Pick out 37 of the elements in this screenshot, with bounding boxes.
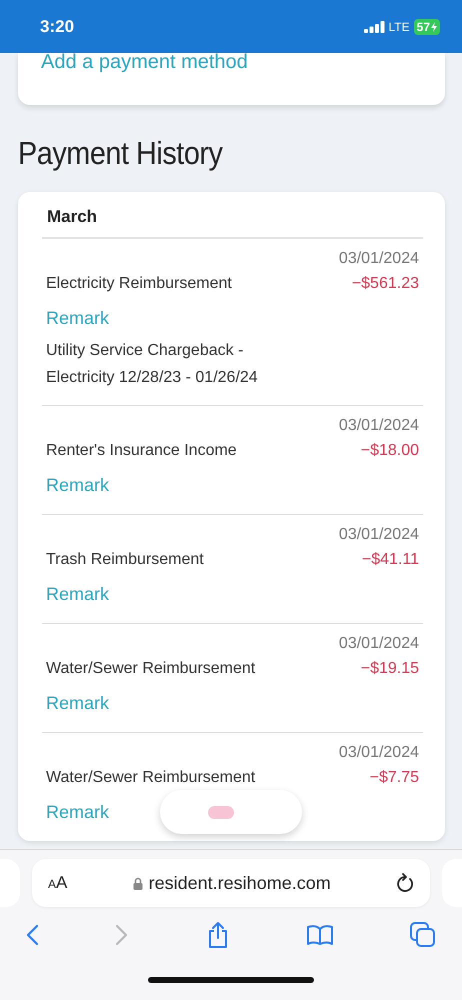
remark-link[interactable]: Remark	[46, 693, 110, 713]
text-size-button[interactable]: AA	[48, 873, 68, 893]
transaction-date: 03/01/2024	[338, 634, 419, 654]
bookmarks-icon[interactable]	[306, 924, 334, 946]
transaction-title: Electricity Reimbursement	[46, 274, 232, 294]
transaction-date: 03/01/2024	[338, 249, 419, 269]
transaction-title: Trash Reimbursement	[46, 550, 204, 570]
transaction-title: Water/Sewer Reimbursement	[46, 768, 256, 788]
page-heading: Payment History	[18, 134, 224, 173]
tabs-icon[interactable]	[410, 922, 436, 948]
transaction-amount: −$561.23	[352, 274, 419, 294]
clock-time: 3:20	[40, 16, 74, 36]
transaction-note: Utility Service Chargeback - Electricity 12/28/23 - 01/26/24	[46, 341, 259, 388]
transaction-date: 03/01/2024	[338, 416, 419, 436]
month-label: March	[42, 192, 423, 239]
network-label: LTE	[388, 20, 410, 34]
remark-link[interactable]: Remark	[46, 802, 110, 822]
remark-link[interactable]: Remark	[46, 308, 110, 328]
lock-icon	[132, 876, 143, 890]
transaction-amount: −$19.15	[360, 659, 419, 679]
transaction-amount: −$7.75	[370, 768, 419, 788]
reload-icon[interactable]	[396, 873, 414, 893]
pill-indicator-icon	[208, 806, 234, 818]
transaction-title: Water/Sewer Reimbursement	[46, 659, 256, 679]
transaction-amount: −$41.11	[362, 550, 419, 570]
url-text: resident.resihome.com	[148, 872, 331, 894]
add-payment-link[interactable]: Add a payment method	[41, 53, 248, 71]
remark-link[interactable]: Remark	[46, 475, 110, 495]
signal-icon	[364, 20, 385, 32]
battery-indicator: 57	[414, 18, 440, 34]
address-bar[interactable]: AA resident.resihome.com	[32, 859, 430, 907]
transaction-title: Renter's Insurance Income	[46, 441, 237, 461]
transaction-date: 03/01/2024	[338, 743, 419, 763]
remark-link[interactable]: Remark	[46, 584, 110, 604]
transaction-date: 03/01/2024	[338, 525, 419, 545]
transaction-amount: −$18.00	[360, 441, 419, 461]
back-icon[interactable]	[25, 924, 39, 946]
